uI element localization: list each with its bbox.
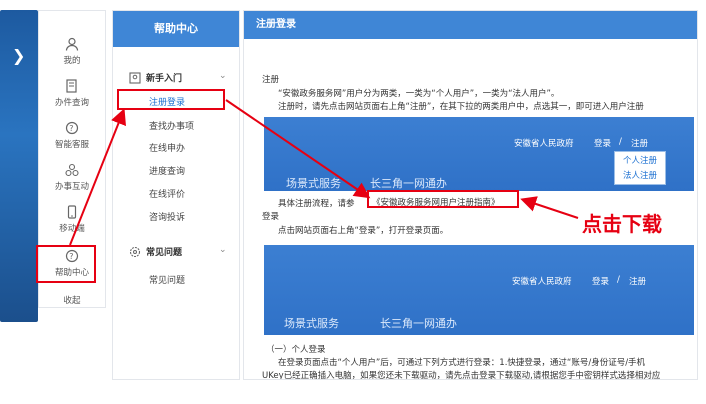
user-card-icon [129,71,141,84]
highlight-register-login [117,89,225,110]
content-title: 注册登录 [244,11,697,39]
rail-item-label: 智能客服 [54,140,89,150]
chevron-down-icon[interactable]: ⌄ [219,71,227,81]
login-screenshot: 安徽省人民政府 登录 / 注册 场景式服务 长三角一网通办 [264,245,694,335]
sub-item-faq[interactable]: 常见问题 [149,273,185,286]
rail-item-label: 我的 [63,56,81,66]
personal-register-option[interactable]: 个人注册 [615,154,665,169]
slogan-yangtze: 长三角一网通办 [370,177,447,190]
register-heading: 注册 [262,75,280,85]
login-link: 登录 [592,277,610,287]
rail-item-mobile[interactable]: 移动端 [39,205,105,234]
section-beginner[interactable]: 新手入门 [129,71,182,84]
rail-item-label: 移动端 [59,224,85,234]
rail-collapse-button[interactable]: 收起 [39,294,105,306]
register-dropdown: 个人注册 法人注册 [614,151,666,185]
highlight-guide-link [367,190,519,208]
rail-item-interaction[interactable]: 办事互动 [39,163,105,192]
sub-item-online-apply[interactable]: 在线申办 [149,141,185,154]
sub-item-progress-query[interactable]: 进度查询 [149,164,185,177]
gov-link: 安徽省人民政府 [514,139,574,149]
help-sidebar-title: 帮助中心 [113,11,239,47]
login-link: 登录 [594,139,612,149]
document-search-icon [66,79,77,93]
nav-separator: / [617,275,620,285]
register-paragraph-1: “安徽政务服务网”用户分为两类，一类为“个人用户”，一类为“法人用户”。 [278,89,560,99]
guide-prefix-text: 具体注册流程，请参 [278,199,355,209]
sub-item-consult-complaint[interactable]: 咨询投诉 [149,210,185,223]
section-title: 新手入门 [146,74,183,84]
slogan-scene-service: 场景式服务 [286,177,341,190]
headset-icon: ? [65,121,79,135]
register-link: 注册 [629,277,647,287]
personal-login-paragraph-2: UKey已经正确插入电脑，如果您还未下载驱动，请先点击登录下载驱动,请根据您手中… [262,371,661,380]
user-icon [65,37,79,51]
rail-item-label: 办事互动 [54,182,89,192]
section-title: 常见问题 [146,248,183,258]
rail-item-label: 办件查询 [54,98,89,108]
rail-item-mine[interactable]: 我的 [39,37,105,66]
sub-item-find-service[interactable]: 查找办事项 [149,119,194,132]
slogan-scene-service: 场景式服务 [284,317,339,330]
chat-icon [65,163,79,177]
chevron-right-icon[interactable]: ❯ [12,46,25,65]
nav-separator: / [619,137,622,147]
sub-item-online-review[interactable]: 在线评价 [149,187,185,200]
help-sidebar: 帮助中心 新手入门 ⌄ 注册登录 查找办事项 在线申办 进度查询 在线评价 咨询… [112,10,240,380]
login-paragraph-1: 点击网站页面右上角“登录”，打开登录页面。 [278,226,449,236]
rail-item-smart-service[interactable]: ? 智能客服 [39,121,105,150]
slogan-yangtze: 长三角一网通办 [380,317,457,330]
corporate-register-option[interactable]: 法人注册 [615,169,665,184]
chevron-down-icon[interactable]: ⌄ [219,245,227,255]
svg-text:?: ? [69,124,73,133]
register-paragraph-2: 注册时，请先点击网站页面右上角“注册”，在其下拉的两类用户中，点选其一，即可进入… [278,102,644,112]
highlight-help-center [36,245,96,283]
callout-click-download: 点击下载 [582,212,662,236]
gear-icon [129,246,141,257]
register-link: 注册 [631,139,649,149]
login-heading: 登录 [262,212,280,222]
mobile-icon [67,205,77,219]
personal-login-paragraph-1: 在登录页面点击“个人用户”后，可通过下列方式进行登录：1.快捷登录，通过“账号/… [278,358,646,368]
gov-link: 安徽省人民政府 [512,277,572,287]
section-faq[interactable]: 常见问题 [129,245,182,258]
rail-item-case-query[interactable]: 办件查询 [39,79,105,108]
personal-login-heading: （一）个人登录 [266,345,326,355]
